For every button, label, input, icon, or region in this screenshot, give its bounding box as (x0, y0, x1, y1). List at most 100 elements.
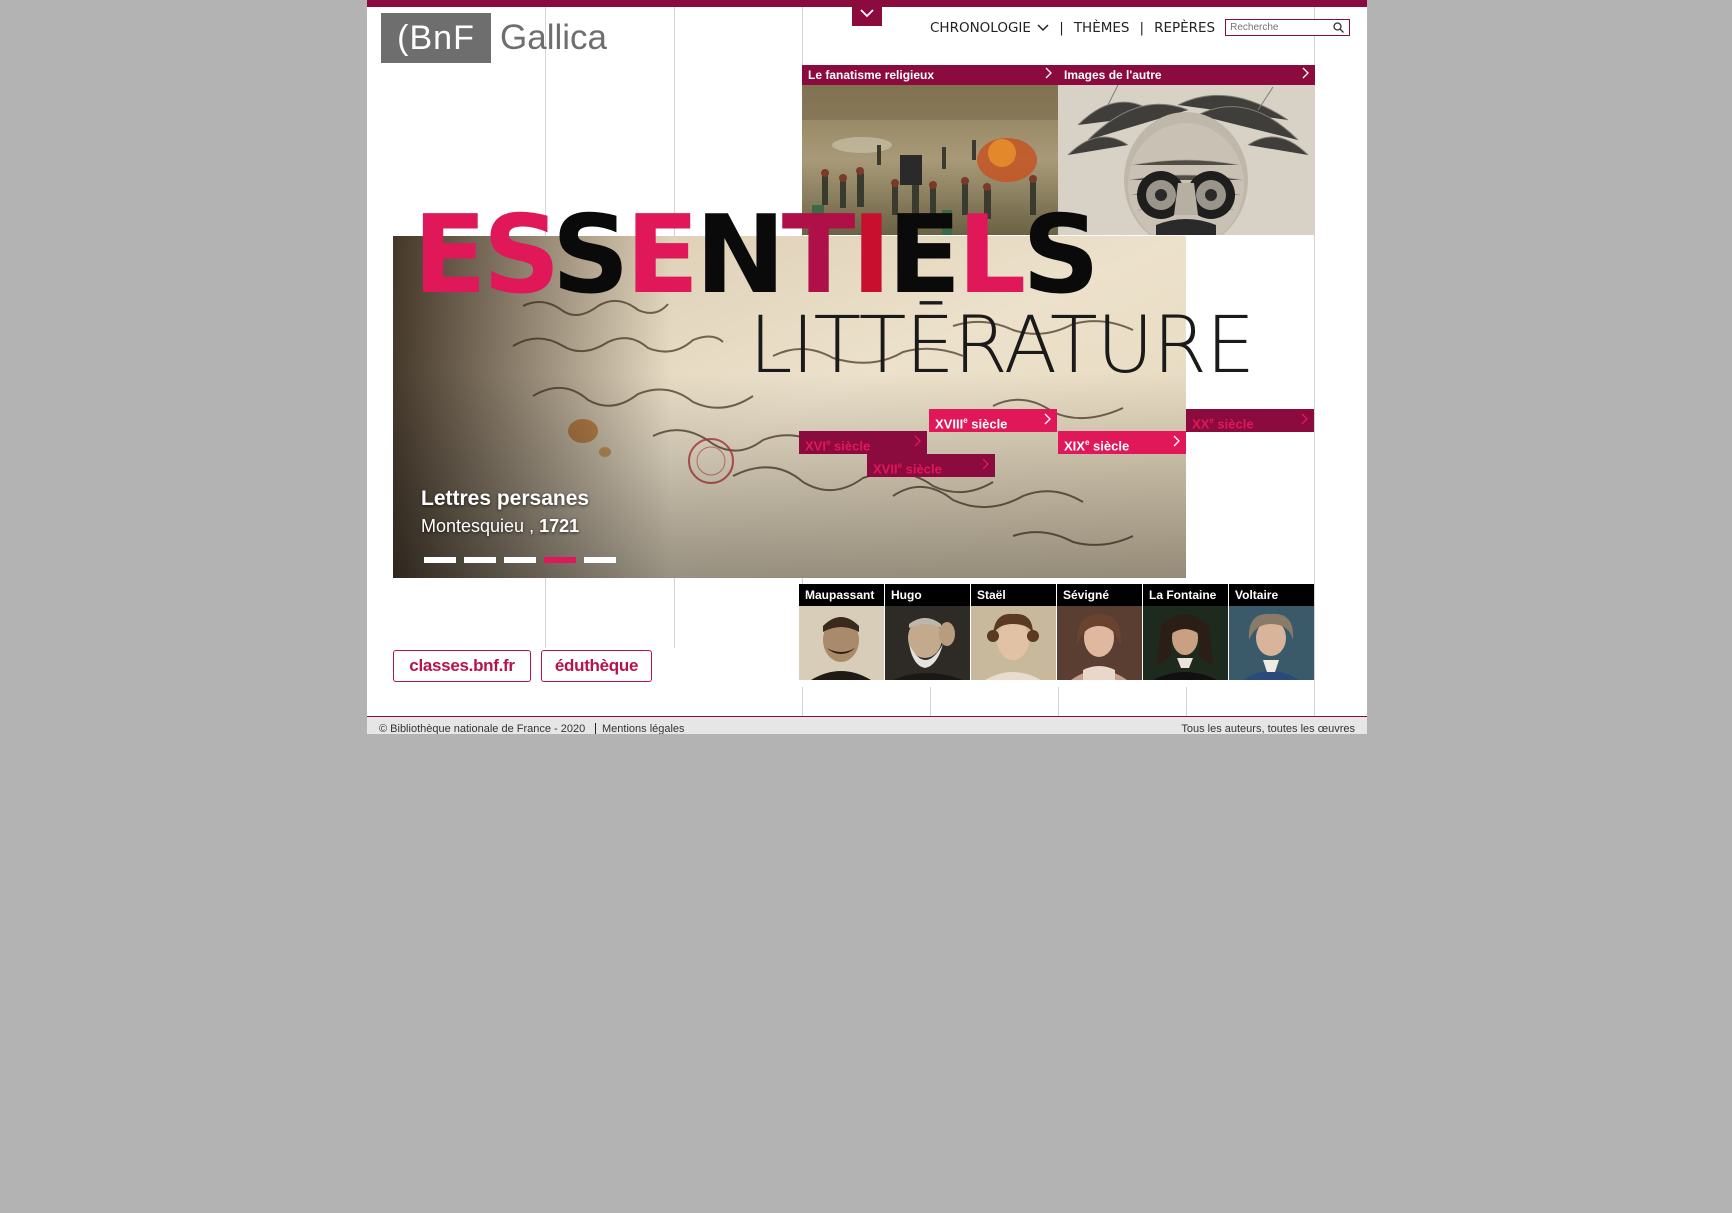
essentiels-title: ESSENTIELS (413, 202, 1100, 310)
slide-dot[interactable] (584, 557, 616, 563)
grid-line (674, 578, 675, 648)
title-letter: S (482, 193, 556, 318)
tile-fanatisme-label: Le fanatisme religieux (808, 68, 935, 82)
author-la-fontaine[interactable]: La Fontaine (1143, 584, 1228, 680)
nav-reperes[interactable]: REPÈRES (1154, 20, 1215, 36)
title-letter: E (887, 193, 962, 318)
slide-dot-active[interactable] (544, 557, 576, 563)
grid-line (1058, 687, 1059, 717)
gallica-wordmark: Gallica (500, 18, 607, 57)
nav-chronologie-label: CHRONOLOGIE (930, 19, 1031, 36)
chevron-down-icon (860, 8, 874, 17)
tile-images-autre-label: Images de l'autre (1064, 68, 1162, 82)
author-sevigne[interactable]: Sévigné (1057, 584, 1142, 680)
author-maupassant[interactable]: Maupassant (799, 584, 884, 680)
author-stael[interactable]: Staël (971, 584, 1056, 680)
author-voltaire[interactable]: Voltaire (1229, 584, 1314, 680)
grid-line (802, 7, 803, 67)
century-xx-label: siècle (1217, 416, 1254, 432)
nav-chronologie[interactable]: CHRONOLOGIE (930, 20, 1049, 36)
edutheque-link[interactable]: éduthèque (541, 650, 652, 682)
classes-bnf-link[interactable]: classes.bnf.fr (393, 650, 531, 682)
author-hugo[interactable]: Hugo (885, 584, 970, 680)
slide-caption-title[interactable]: Lettres persanes (421, 487, 589, 511)
title-letter: I (851, 193, 891, 318)
voltaire-portrait (1229, 606, 1314, 680)
century-xix-roman: XIX (1064, 438, 1085, 454)
century-xviii-roman: XVIII (935, 416, 964, 432)
century-xvii-sup: e (897, 461, 903, 470)
slide-caption-author: Montesquieu , 1721 (421, 516, 579, 537)
search-input[interactable] (1226, 20, 1332, 35)
legal-notice-link[interactable]: Mentions légales (595, 723, 685, 734)
title-letter: S (551, 193, 630, 318)
chevron-right-icon (1044, 409, 1051, 432)
slide-dot[interactable] (464, 557, 496, 563)
author-name: Maupassant (799, 584, 884, 606)
slide-dot[interactable] (504, 557, 536, 563)
century-xx-button[interactable]: XXe siècle (1186, 409, 1314, 432)
author-name: Sévigné (1057, 584, 1142, 606)
images-autre-illustration (1058, 84, 1315, 235)
chevron-right-icon (1173, 431, 1180, 454)
century-xvi-button[interactable]: XVIe siècle (799, 431, 927, 454)
all-authors-link[interactable]: Tous les auteurs, toutes les œuvres (1181, 723, 1355, 734)
author-name: Staël (971, 584, 1056, 606)
title-letter: L (957, 193, 1026, 318)
nav-separator: | (1059, 19, 1064, 36)
bnf-logo-mark: (BnF (381, 13, 491, 63)
century-xvii-roman: XVII (873, 461, 898, 477)
bnf-gallica-logo[interactable]: (BnF Gallica (381, 13, 607, 63)
hugo-portrait (885, 606, 970, 680)
stael-portrait (971, 606, 1056, 680)
chevron-right-icon (914, 431, 921, 454)
chevron-down-icon (1037, 23, 1049, 31)
slide-dot[interactable] (424, 557, 456, 563)
chevron-right-icon (1301, 409, 1308, 432)
century-xvii-label: siècle (905, 461, 942, 477)
century-xx-roman: XX (1192, 416, 1210, 432)
la-fontaine-portrait (1143, 606, 1228, 680)
century-xx-sup: e (1209, 416, 1214, 425)
century-xvii-button[interactable]: XVIIe siècle (867, 454, 995, 477)
title-letter: E (413, 193, 487, 318)
main-nav: CHRONOLOGIE | THÈMES | REPÈRES (930, 19, 1351, 36)
century-xviii-label: siècle (971, 416, 1008, 432)
nav-themes[interactable]: THÈMES (1074, 20, 1130, 36)
author-name: La Fontaine (1143, 584, 1228, 606)
title-letter: N (695, 193, 785, 318)
grid-line (930, 687, 931, 717)
tile-images-autre-header: Images de l'autre (1058, 65, 1315, 85)
slide-year: 1721 (539, 516, 580, 536)
grid-line (545, 578, 546, 648)
century-xviii-sup: e (963, 416, 968, 425)
copyright-text: © Bibliothèque nationale de France - 202… (379, 723, 586, 734)
title-letter: E (625, 193, 700, 318)
century-xvi-roman: XVI (805, 438, 826, 454)
grid-line (802, 687, 803, 717)
title-letter: S (1022, 193, 1100, 318)
footer: © Bibliothèque nationale de France - 202… (367, 716, 1367, 734)
grid-line (1186, 687, 1187, 717)
chevron-right-icon (1045, 65, 1052, 85)
chevron-right-icon (1302, 65, 1309, 85)
chevron-right-icon (982, 454, 989, 477)
search-box (1225, 19, 1351, 36)
century-xix-label: siècle (1093, 438, 1130, 454)
author-name: Hugo (885, 584, 970, 606)
century-xix-button[interactable]: XIXe siècle (1058, 431, 1186, 454)
title-letter: T (781, 193, 856, 318)
page-container: (BnF Gallica CHRONOLOGIE | THÈMES | REPÈ… (367, 0, 1367, 734)
search-icon[interactable] (1331, 21, 1345, 35)
theme-tile-images-autre[interactable]: Images de l'autre (1058, 65, 1315, 235)
nav-separator: | (1139, 19, 1145, 36)
sevigne-portrait (1057, 606, 1142, 680)
slide-author: Montesquieu , (421, 516, 535, 536)
litterature-subtitle: LITTĒRATURE (749, 301, 1255, 391)
tile-fanatisme-header: Le fanatisme religieux (802, 65, 1058, 85)
century-xviii-button[interactable]: XVIIIe siècle (929, 409, 1057, 432)
slide-indicators (424, 557, 616, 563)
century-xix-sup: e (1084, 438, 1090, 447)
maupassant-portrait (799, 606, 884, 680)
menu-toggle-button[interactable] (852, 7, 882, 26)
